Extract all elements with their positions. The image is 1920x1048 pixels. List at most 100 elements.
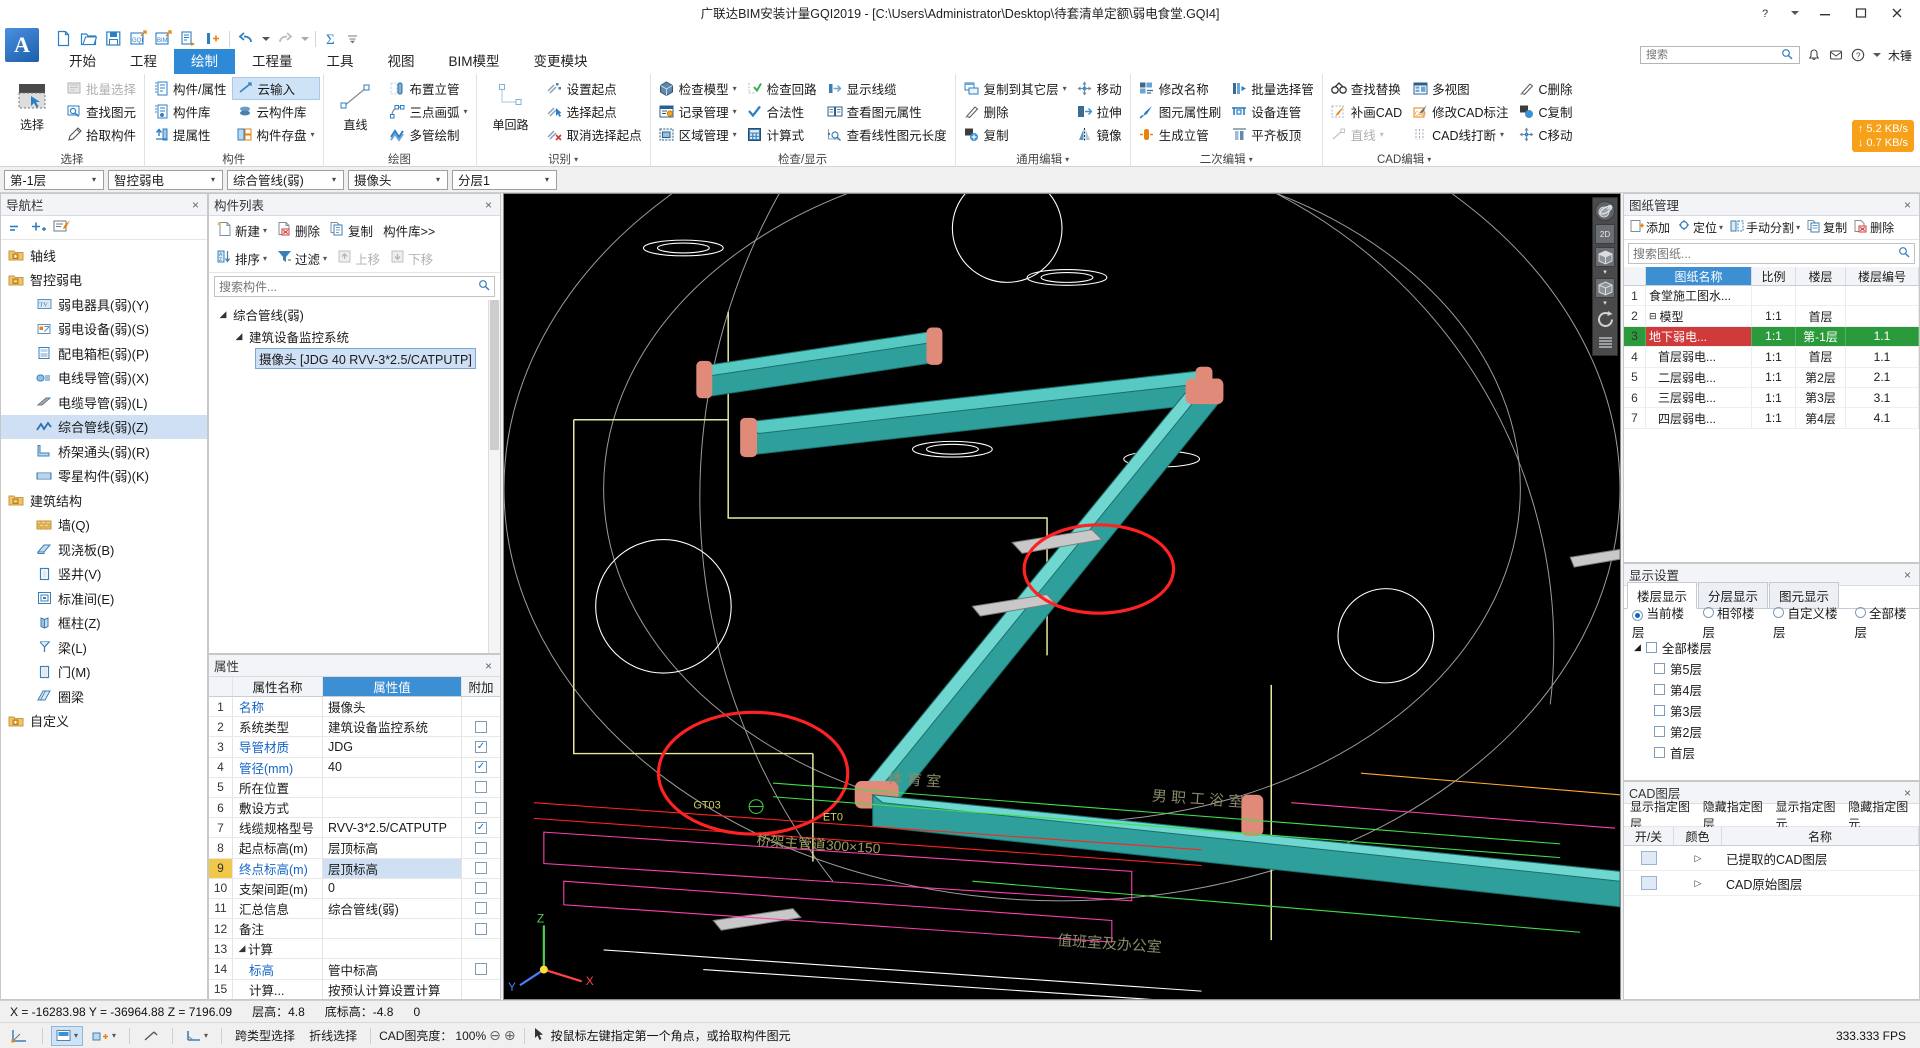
table-row-group[interactable]: 13 ◢ 计算 bbox=[209, 939, 500, 960]
radio-button[interactable] bbox=[1632, 610, 1643, 621]
snap-endpoint-icon[interactable] bbox=[6, 1026, 34, 1046]
list-item[interactable]: ◢ 全部楼层 bbox=[1624, 637, 1919, 658]
help-caret-icon[interactable] bbox=[1790, 3, 1800, 23]
user-caret-icon[interactable] bbox=[1872, 48, 1881, 63]
maximize-button[interactable] bbox=[1850, 3, 1872, 23]
area-manage-button[interactable]: 区域管理 ▾ bbox=[654, 123, 742, 146]
component-select[interactable]: 摄像头 ▾ bbox=[348, 169, 448, 190]
table-row[interactable]: ▷ 已提取的CAD图层 bbox=[1624, 846, 1919, 871]
bell-icon[interactable] bbox=[1807, 48, 1822, 63]
manual-split-button[interactable]: 手动分割 ▾ bbox=[1727, 217, 1803, 238]
sidebar-item-shaft[interactable]: 竖井(V) bbox=[1, 562, 207, 587]
table-row[interactable]: 8 起点标高(m) 层顶标高 bbox=[209, 838, 500, 859]
sidebar-item-slab[interactable]: 现浇板(B) bbox=[1, 537, 207, 562]
redo-icon[interactable] bbox=[274, 28, 296, 49]
more-icon[interactable] bbox=[346, 28, 359, 49]
property-value[interactable]: JDG bbox=[323, 737, 462, 757]
rotate-icon[interactable] bbox=[1595, 309, 1615, 329]
chevron-down-icon[interactable]: ▾ bbox=[431, 175, 445, 184]
chevron-right-icon[interactable]: ▷ bbox=[1695, 853, 1702, 864]
property-value[interactable]: 层顶标高 bbox=[323, 838, 462, 858]
component-library-link[interactable]: 构件库>> bbox=[379, 219, 439, 242]
sidebar-item-building-structure[interactable]: 建筑结构 bbox=[1, 488, 207, 513]
checkbox[interactable] bbox=[475, 801, 487, 814]
list-item[interactable]: 第2层 bbox=[1624, 721, 1919, 742]
copy-to-layer-button[interactable]: 复制到其它层 ▾ bbox=[959, 77, 1072, 100]
checkbox[interactable] bbox=[475, 963, 487, 976]
table-row[interactable]: 15 计算... 按预认计算设置计算 bbox=[209, 979, 500, 999]
list-item[interactable]: 第5层 bbox=[1624, 658, 1919, 679]
add-drawing-button[interactable]: 添加 bbox=[1627, 217, 1673, 238]
chevron-down-icon[interactable]: ▾ bbox=[87, 175, 101, 184]
checkbox[interactable] bbox=[1654, 747, 1665, 758]
brightness-plus-button[interactable]: ⊕ bbox=[504, 1027, 516, 1044]
property-value[interactable]: 建筑设备监控系统 bbox=[323, 717, 462, 737]
2d-view-button[interactable]: 2D bbox=[1595, 224, 1615, 244]
chevron-down-icon[interactable]: ▾ bbox=[311, 130, 315, 139]
box-top-icon[interactable] bbox=[1595, 247, 1615, 267]
table-row[interactable]: 6 三层弱电... 1:1 第3层 3.1 bbox=[1624, 387, 1919, 409]
component-search-input[interactable] bbox=[214, 276, 495, 297]
property-value[interactable]: 40 bbox=[323, 757, 462, 777]
property-value[interactable]: 层顶标高 bbox=[323, 858, 462, 878]
align-slab-top-button[interactable]: 平齐板顶 bbox=[1226, 123, 1319, 146]
tab-draw[interactable]: 绘制 bbox=[174, 49, 235, 74]
chevron-down-icon[interactable]: ▾ bbox=[112, 1031, 116, 1040]
close-icon[interactable]: × bbox=[482, 198, 495, 212]
chevron-down-icon[interactable]: ▾ bbox=[204, 1031, 208, 1040]
find-replace-button[interactable]: 查找替换 bbox=[1326, 77, 1407, 100]
checkbox[interactable] bbox=[1654, 684, 1665, 695]
search-field[interactable] bbox=[1645, 49, 1781, 61]
add-point-icon[interactable]: ▾ bbox=[87, 1026, 121, 1046]
table-row[interactable]: 5 二层弱电... 1:1 第2层 2.1 bbox=[1624, 367, 1919, 388]
close-button[interactable] bbox=[1886, 3, 1908, 23]
checkbox[interactable] bbox=[475, 781, 487, 794]
chevron-right-icon[interactable]: ▷ bbox=[1695, 878, 1702, 889]
layer-select[interactable]: 分层1 ▾ bbox=[452, 169, 557, 190]
supplement-cad-button[interactable]: 补画CAD bbox=[1326, 100, 1407, 123]
property-value[interactable]: 管中标高 bbox=[323, 959, 462, 979]
help-icon[interactable]: ? bbox=[1754, 3, 1776, 23]
sum-icon[interactable]: Σ bbox=[321, 28, 343, 49]
tab-quantity[interactable]: 工程量 bbox=[235, 49, 310, 74]
chevron-down-icon[interactable]: ▾ bbox=[1249, 155, 1253, 164]
bim-export-icon[interactable]: BIM bbox=[152, 28, 174, 49]
chevron-down-icon[interactable]: ▾ bbox=[263, 226, 267, 235]
system-select[interactable]: 智控弱电 ▾ bbox=[108, 169, 223, 190]
c-copy-button[interactable]: C复制 bbox=[1514, 100, 1578, 123]
sidebar-item-weak-fixture[interactable]: TV 弱电器具(弱)(Y) bbox=[1, 292, 207, 317]
table-row[interactable]: 3 导管材质 JDG ✓ bbox=[209, 737, 500, 758]
checkbox[interactable] bbox=[475, 841, 487, 854]
table-row[interactable]: 14 标高 管中标高 bbox=[209, 959, 500, 980]
close-icon[interactable]: × bbox=[189, 198, 202, 212]
show-cable-button[interactable]: 显示线缆 bbox=[822, 77, 952, 100]
radio-button[interactable] bbox=[1854, 607, 1866, 618]
property-value[interactable]: 按预认计算设置计算 bbox=[323, 979, 462, 999]
chevron-expand-icon[interactable]: ◢ bbox=[233, 331, 245, 342]
brightness-minus-button[interactable]: ⊖ bbox=[489, 1027, 501, 1044]
sidebar-item-wall[interactable]: 墙(Q) bbox=[1, 513, 207, 538]
select-button[interactable]: 选择 bbox=[3, 77, 61, 133]
sidebar-item-ring-beam[interactable]: 圈梁 bbox=[1, 684, 207, 709]
three-point-arc-button[interactable]: 三点画弧 ▾ bbox=[385, 100, 473, 123]
table-row[interactable]: 1 名称 摄像头 bbox=[209, 697, 500, 718]
chevron-down-icon[interactable]: ▾ bbox=[733, 84, 737, 93]
batch-select-button[interactable]: 批量选择 bbox=[61, 77, 141, 100]
sidebar-item-distribution-box[interactable]: 配电箱柜(弱)(P) bbox=[1, 341, 207, 366]
chevron-down-icon[interactable]: ▾ bbox=[263, 254, 267, 263]
ifc-export-icon[interactable] bbox=[177, 28, 199, 49]
locate-button[interactable]: 定位 ▾ bbox=[1674, 217, 1726, 238]
edit-icon[interactable] bbox=[53, 219, 71, 236]
table-row[interactable]: 1 食堂施工图水... bbox=[1624, 286, 1919, 307]
message-icon[interactable] bbox=[1829, 48, 1844, 63]
chevron-down-icon[interactable]: ▾ bbox=[1427, 155, 1431, 164]
new-component-button[interactable]: 新建 ▾ bbox=[213, 219, 271, 242]
table-row[interactable]: 3 地下弱电... 1:1 第-1层 1.1 bbox=[1624, 326, 1919, 348]
copy-component-button[interactable]: 复制 bbox=[326, 219, 377, 242]
undo-icon[interactable] bbox=[235, 28, 257, 49]
checkbox[interactable]: ✓ bbox=[475, 740, 487, 753]
view-element-property-button[interactable]: 查看图元属性 bbox=[822, 100, 952, 123]
c-delete-button[interactable]: C删除 bbox=[1514, 77, 1578, 100]
checkbox[interactable]: ✓ bbox=[475, 761, 487, 774]
radio-button[interactable] bbox=[1773, 607, 1785, 618]
